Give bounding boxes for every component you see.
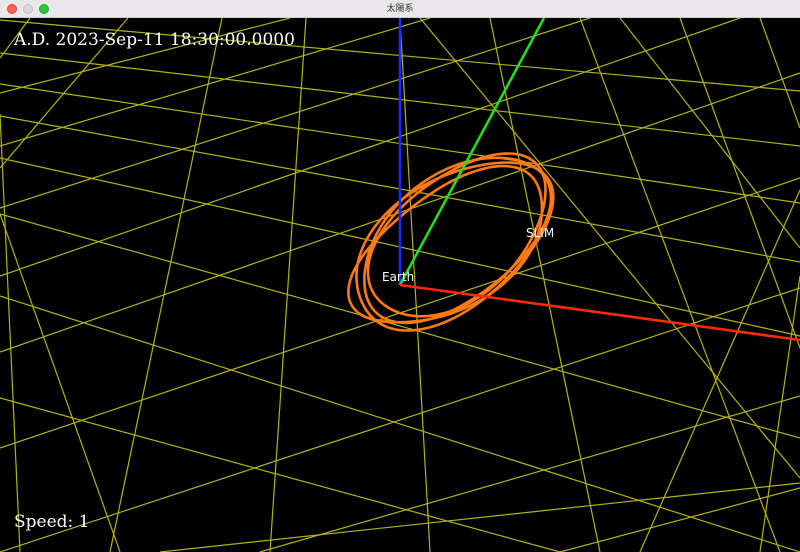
grid-line (0, 113, 21, 552)
grid-line (759, 18, 800, 129)
3d-viewport[interactable]: A.D. 2023-Sep-11 18:30:00.0000 Speed: 1 … (0, 18, 800, 552)
app-window: 太陽系 A.D. 2023-Sep-11 18:30:00.0000 Speed… (0, 0, 800, 552)
grid-line (0, 295, 800, 552)
grid-line (0, 287, 800, 552)
grid-line (109, 18, 223, 552)
slim-label: SLIM (526, 226, 555, 240)
grid-line (419, 18, 800, 479)
grid-line (159, 482, 800, 552)
grid-line (759, 275, 800, 552)
date-readout: A.D. 2023-Sep-11 18:30:00.0000 (14, 30, 295, 50)
x-axis (399, 283, 800, 342)
grid-line (0, 18, 741, 277)
grid-line (489, 18, 601, 552)
earth-label: Earth (382, 270, 415, 284)
grid-line (679, 18, 800, 349)
speed-readout: Speed: 1 (14, 512, 90, 532)
y-axis (398, 18, 546, 286)
grid-line (259, 395, 800, 552)
window-title: 太陽系 (386, 4, 414, 14)
scene-canvas (0, 18, 800, 552)
grid-line (269, 18, 307, 552)
grid-line (579, 18, 781, 552)
grid-line (639, 189, 800, 552)
title-bar[interactable]: 太陽系 (0, 0, 800, 18)
grid-line (559, 487, 800, 552)
